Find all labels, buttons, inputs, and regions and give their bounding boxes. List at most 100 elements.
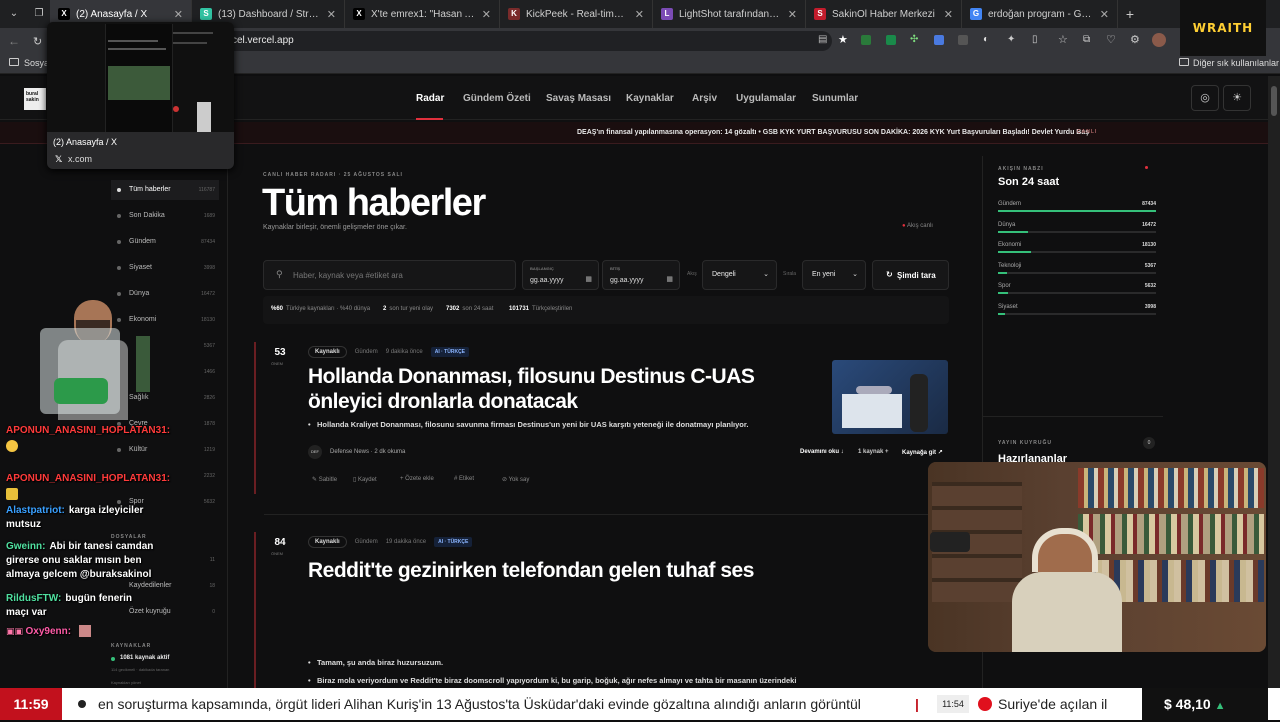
heart-icon[interactable]: ♡	[1106, 33, 1116, 46]
tab-actions-icon[interactable]: ❐	[28, 0, 50, 28]
sort-select[interactable]: En yeni ⌄	[802, 260, 866, 290]
tab-list-button[interactable]: ⌄	[0, 0, 28, 28]
back-icon[interactable]: ←	[8, 34, 20, 48]
stat-text: son tur yeni olay	[389, 306, 434, 312]
tab-close-icon[interactable]: ✕	[174, 8, 183, 21]
scan-now-button[interactable]: ↻ Şimdi tara	[872, 260, 949, 290]
extension-icon-5[interactable]: ◐	[983, 34, 989, 45]
profile-avatar[interactable]	[1152, 33, 1166, 47]
article-card[interactable]: 84 ÖNEM Kaynaklı Gündem 19 dakika önce AI · T…	[254, 532, 954, 688]
sidebar-item-label: Siyaset	[129, 264, 152, 271]
search-input[interactable]: ⚲ Haber, kaynak veya #etiket ara	[263, 260, 516, 290]
article-thumbnail[interactable]	[832, 360, 948, 434]
pulse-row[interactable]: Spor 5632	[998, 283, 1156, 301]
split-view-icon[interactable]: ▯	[1032, 34, 1038, 45]
tab-close-icon[interactable]: ✕	[1100, 8, 1109, 21]
page-scrollbar[interactable]	[1268, 76, 1280, 688]
sources-active: 1081 kaynak aktif	[120, 655, 170, 661]
sidebar-item[interactable]: Son Dakika 1689	[111, 206, 219, 226]
article-action[interactable]: + Özete ekle	[400, 476, 434, 482]
x-logo-icon: 𝕏	[55, 154, 63, 164]
nav-link-2[interactable]: Savaş Masası	[546, 93, 611, 104]
settings-icon[interactable]: ⚙	[1130, 33, 1140, 46]
article-title[interactable]: Hollanda Donanması, filosunu Destinus C-…	[308, 364, 798, 414]
sidebar-item[interactable]: Siyaset 3998	[111, 258, 219, 278]
microphone	[930, 532, 970, 552]
source-pill[interactable]: Kaynaklı	[308, 536, 347, 548]
read-mode-icon[interactable]: ▤	[818, 34, 827, 45]
pulse-row[interactable]: Teknoloji 5367	[998, 263, 1156, 281]
go-to-source-link[interactable]: Kaynağa git ↗	[902, 449, 943, 456]
nav-link-0[interactable]: Radar	[416, 93, 444, 104]
article-title[interactable]: Reddit'te gezinirken telefondan gelen tu…	[308, 558, 818, 583]
radar-icon-button[interactable]: ◎	[1191, 85, 1219, 111]
extensions-puzzle-icon[interactable]: ✦	[1007, 34, 1015, 45]
nav-link-6[interactable]: Sunumlar	[812, 93, 858, 104]
pulse-row[interactable]: Dünya 16472	[998, 222, 1156, 240]
mode-select[interactable]: Dengeli ⌄	[702, 260, 777, 290]
article-divider	[264, 514, 954, 515]
stat-value: %60	[271, 306, 284, 312]
sidebar-item-count: 3998	[203, 265, 215, 271]
theme-toggle-button[interactable]: ☀	[1223, 85, 1251, 111]
tab-6[interactable]: Gerdoğan program - Google'da A ✕	[962, 0, 1118, 28]
sidebar-item-count: 2826	[203, 395, 215, 401]
category-dot-icon	[117, 188, 121, 192]
translate-icon[interactable]	[934, 35, 944, 45]
pulse-bar-fill	[998, 292, 1009, 294]
article-action[interactable]: ✎ Sabitle	[312, 476, 337, 483]
article-action[interactable]: ⊘ Yok say	[502, 476, 529, 483]
article-category[interactable]: Gündem	[355, 349, 378, 355]
chat-message: ▣▣ Oxy9enn:	[6, 624, 92, 639]
pulse-row[interactable]: Ekonomi 18130	[998, 242, 1156, 260]
tab-4[interactable]: L LightShot tarafından Ekran Görü ✕	[653, 0, 806, 28]
article-action[interactable]: ▯ Kaydet	[353, 476, 377, 483]
sidebar-item[interactable]: Tüm haberler 116787	[111, 180, 219, 200]
other-bookmarks[interactable]: Diğer sık kullanılanlar	[1193, 58, 1279, 68]
sidebar-item[interactable]: Gündem 87434	[111, 232, 219, 252]
reload-icon[interactable]: ↻	[33, 35, 42, 48]
article-category[interactable]: Gündem	[355, 539, 378, 545]
chevron-down-icon: ⌄	[852, 271, 858, 278]
scrollbar-thumb[interactable]	[1271, 86, 1277, 116]
start-date-input[interactable]: BAŞLANGIÇ gg.aa.yyyy ▦	[522, 260, 599, 290]
tab-5[interactable]: S SakinOl Haber Merkezi ✕	[806, 0, 962, 28]
manage-sources-link[interactable]: Kaynakları yönet	[111, 680, 141, 685]
nav-link-4[interactable]: Arşiv	[692, 93, 717, 104]
new-tab-button[interactable]: +	[1118, 6, 1142, 22]
article-action[interactable]: # Etiket	[454, 476, 474, 482]
tab-close-icon[interactable]: ✕	[482, 8, 491, 21]
ticker-text[interactable]: DEAŞ'ın finansal yapılanmasına operasyon…	[577, 129, 1089, 136]
read-more-link[interactable]: Devamını oku ↓	[800, 449, 844, 455]
pulse-row[interactable]: Siyaset 3998	[998, 304, 1156, 322]
nav-link-3[interactable]: Kaynaklar	[626, 93, 674, 104]
favorites-icon[interactable]: ☆	[1058, 33, 1068, 46]
article-meta: Kaynaklı Gündem 19 dakika önce AI · TÜRKÇE	[308, 536, 473, 548]
tab-2[interactable]: X X'te emrex1: "Hasan Arda Kay ✕	[345, 0, 500, 28]
tab-close-icon[interactable]: ✕	[635, 8, 644, 21]
article-source[interactable]: Defense News · 2 dk okuma	[330, 449, 405, 455]
source-pill[interactable]: Kaynaklı	[308, 346, 347, 358]
nav-link-5[interactable]: Uygulamalar	[736, 93, 796, 104]
article-card[interactable]: 53 ÖNEM Kaynaklı Gündem 9 dakika önce AI · TÜ…	[254, 342, 954, 515]
collections-icon[interactable]: ⧉	[1083, 34, 1090, 45]
site-logo[interactable]: bural sakin	[24, 88, 46, 110]
extension-icon-1[interactable]	[861, 35, 871, 45]
extension-icon-2[interactable]	[886, 35, 896, 45]
extension-icon-3[interactable]: ✣	[910, 34, 918, 45]
nav-link-1[interactable]: Gündem Özeti	[463, 93, 531, 104]
chat-username: APONUN_ANASINI_HOPLATAN31:	[6, 473, 171, 484]
extension-icon-4[interactable]	[958, 35, 968, 45]
end-date-input[interactable]: BİTİŞ gg.aa.yyyy ▦	[602, 260, 680, 290]
category-dot-icon	[117, 266, 121, 270]
source-count[interactable]: 1 kaynak +	[858, 449, 889, 455]
tab-close-icon[interactable]: ✕	[788, 8, 797, 21]
tab-close-icon[interactable]: ✕	[944, 8, 953, 21]
pulse-row-value: 16472	[1142, 221, 1156, 228]
tab-3[interactable]: K KickPeek - Real-time URL Crawle ✕	[500, 0, 653, 28]
importance-label: ÖNEM	[271, 361, 283, 366]
tab-close-icon[interactable]: ✕	[327, 8, 336, 21]
pulse-bar-fill	[998, 271, 1008, 274]
pulse-row[interactable]: Gündem 87434	[998, 201, 1156, 219]
bookmark-star-icon[interactable]: ★	[838, 33, 848, 46]
